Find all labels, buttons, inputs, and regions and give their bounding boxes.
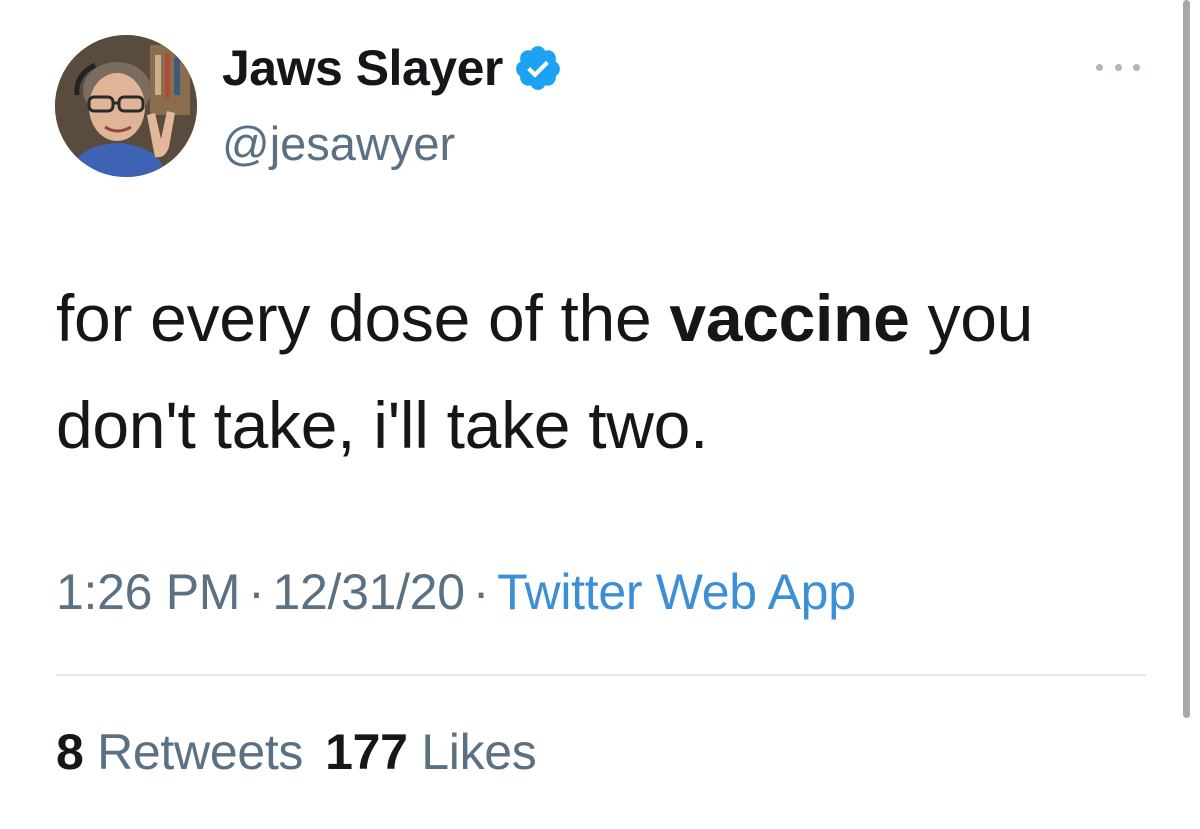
likes-label: Likes [421, 724, 537, 780]
tweet-time[interactable]: 1:26 PM [56, 564, 240, 620]
tweet-date[interactable]: 12/31/20 [272, 564, 465, 620]
avatar[interactable] [55, 35, 197, 177]
tweet-source-link[interactable]: Twitter Web App [497, 564, 856, 620]
more-dot [1133, 63, 1140, 71]
user-handle[interactable]: @jesawyer [222, 114, 455, 174]
more-dot [1096, 63, 1103, 71]
display-name-text[interactable]: Jaws Slayer [222, 36, 503, 100]
tweet-text-bold: vaccine [669, 281, 910, 355]
likes-link[interactable]: 177 Likes [325, 724, 537, 780]
separator: · [248, 564, 265, 620]
tweet-text-part1: for every dose of the [56, 281, 670, 355]
scrollbar[interactable] [1183, 0, 1190, 718]
tweet-metadata: 1:26 PM · 12/31/20 · Twitter Web App [56, 560, 856, 624]
more-dot [1114, 63, 1122, 71]
tweet-text: for every dose of the vaccine you don't … [56, 265, 1156, 479]
retweets-count: 8 [56, 724, 84, 780]
retweets-link[interactable]: 8 Retweets [56, 724, 303, 780]
separator: · [472, 564, 490, 620]
divider [56, 674, 1146, 676]
likes-count: 177 [325, 724, 408, 780]
display-name[interactable]: Jaws Slayer [222, 36, 563, 100]
engagement-stats: 8 Retweets 177 Likes [56, 720, 537, 784]
retweets-label: Retweets [97, 724, 304, 780]
verified-badge-icon [513, 43, 563, 93]
more-horizontal-icon[interactable] [1096, 55, 1140, 79]
